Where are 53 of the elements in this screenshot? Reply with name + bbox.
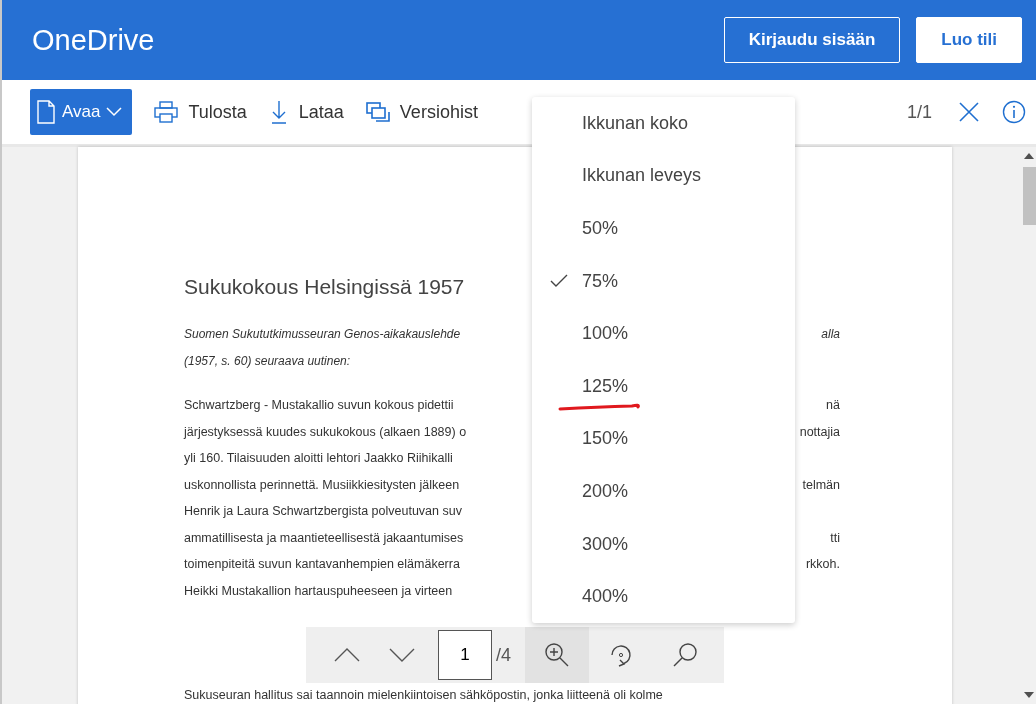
text-line: Heikki Mustakallion hartauspuheeseen ja virteen: [184, 582, 453, 600]
text-line: Henrik ja Laura Schwartzbergista polveutuvan suv: [184, 503, 462, 520]
text-line: Sukuseuran hallitus sai taannoin mielenkiintoisen sähköpostin, jonka liitteenä oli kolme: [184, 688, 663, 702]
text-line: ammatillisesta ja maantieteellisestä jakaantumises: [184, 529, 464, 547]
text-line: nottajia: [799, 423, 840, 441]
sign-in-button[interactable]: Kirjaudu sisään: [723, 17, 901, 63]
toolbar-button[interactable]: Lataa: [268, 100, 344, 124]
scroll-down-icon[interactable]: [1024, 692, 1034, 698]
menu-item[interactable]: 50%: [532, 202, 795, 255]
menu-item[interactable]: 125%: [532, 359, 795, 413]
text-line: järjestyksessä kuudes sukukokous (alkaen 1889) o: [184, 423, 467, 441]
menu-item[interactable]: 400%: [532, 570, 795, 623]
rotate-icon: [608, 642, 634, 668]
search-icon: [672, 642, 698, 668]
chevron-up-icon: [334, 648, 360, 662]
chevron-down-icon: [389, 648, 415, 662]
scrollbar-thumb[interactable]: [1022, 167, 1036, 225]
toolbar-button[interactable]: Versiohist: [365, 101, 478, 123]
scroll-up-icon[interactable]: [1024, 153, 1034, 159]
menu-item[interactable]: 75%: [532, 254, 795, 308]
document-title: Sukukokous Helsingissä 1957: [184, 275, 465, 299]
text-line: rkkoh.: [805, 556, 840, 573]
zoom-in-icon: [544, 642, 570, 668]
text-line: uskonnollista perinnettä. Musiikkiesitysten jälkeen: [184, 476, 460, 494]
menu-item[interactable]: 150%: [532, 412, 795, 466]
text-line: alla: [821, 326, 840, 343]
text-line: toimenpiteitä suvun kantavanhempien elämäkerra: [184, 556, 460, 573]
close-button[interactable]: [958, 101, 980, 123]
page-counter: 1/1: [906, 101, 932, 123]
app-name: OneDrive: [32, 23, 156, 57]
text-line: Schwartzberg - Mustakallio suvun kokous pidettii: [184, 397, 454, 414]
text-line: tti: [830, 529, 840, 547]
info-button[interactable]: [1002, 100, 1026, 124]
document-icon: [36, 100, 56, 124]
create-account-button[interactable]: Luo tili: [916, 17, 1022, 63]
page-total: /4: [496, 644, 511, 666]
text-line: telmän: [802, 476, 840, 494]
stacked-windows-icon: [365, 101, 390, 123]
page-number-field[interactable]: 1: [438, 630, 492, 680]
toolbar-button[interactable]: Tulosta: [154, 101, 247, 123]
zoom-button[interactable]: [525, 627, 589, 683]
text-line: Suomen Sukututkimusseuran Genos-aikakauslehde: [184, 326, 461, 343]
menu-item[interactable]: 100%: [532, 307, 795, 360]
menu-item[interactable]: 200%: [532, 465, 795, 518]
chevron-down-icon: [106, 107, 123, 117]
printer-icon: [154, 101, 179, 123]
text-line: (1957, s. 60) seuraava uutinen:: [184, 352, 351, 370]
open-button[interactable]: Avaa: [30, 89, 133, 135]
text-line: nä: [826, 397, 840, 414]
menu-item[interactable]: 300%: [532, 517, 795, 571]
menu-item[interactable]: Ikkunan leveys: [532, 149, 795, 203]
menu-item[interactable]: Ikkunan koko: [532, 97, 795, 150]
text-line: yli 160. Tilaisuuden aloitti lehtori Jaakko Riihikalli: [184, 450, 453, 467]
